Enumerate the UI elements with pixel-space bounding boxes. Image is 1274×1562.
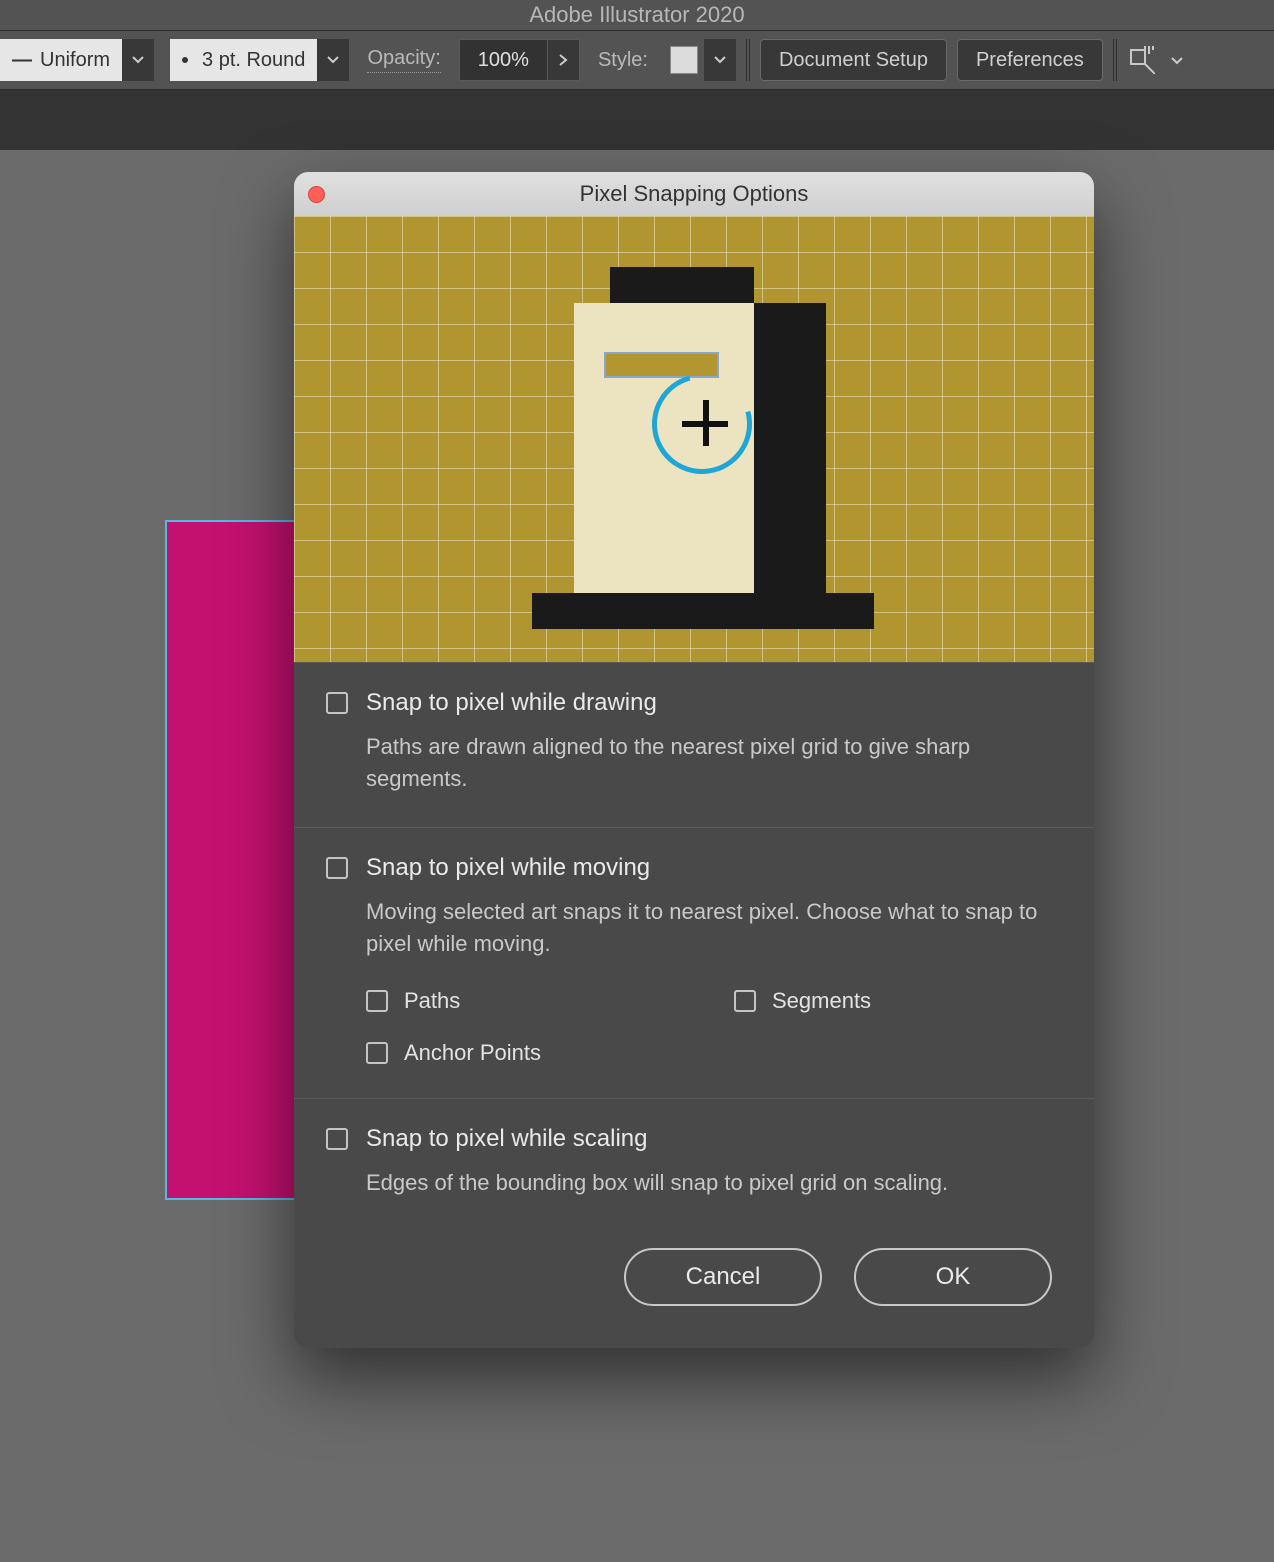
chevron-down-icon[interactable]	[1171, 52, 1183, 68]
snap-paths-checkbox[interactable]	[366, 990, 388, 1012]
chevron-down-icon[interactable]	[317, 39, 349, 81]
snap-scaling-title: Snap to pixel while scaling	[366, 1125, 1062, 1153]
dialog-titlebar[interactable]: Pixel Snapping Options	[294, 172, 1094, 216]
close-icon[interactable]	[308, 186, 325, 203]
snap-segments-option[interactable]: Segments	[734, 988, 1062, 1014]
style-swatch[interactable]	[670, 46, 698, 74]
brush-style-control[interactable]: 3 pt. Round	[170, 39, 349, 81]
snap-moving-desc: Moving selected art snaps it to nearest …	[366, 896, 1062, 960]
chevron-down-icon[interactable]	[704, 39, 736, 81]
stroke-profile-control[interactable]: — Uniform	[0, 39, 154, 81]
document-setup-button[interactable]: Document Setup	[760, 39, 947, 81]
cancel-button[interactable]: Cancel	[624, 1248, 822, 1306]
app-title: Adobe Illustrator 2020	[529, 2, 744, 28]
snap-moving-checkbox[interactable]	[326, 857, 348, 879]
divider	[746, 39, 750, 81]
chevron-down-icon[interactable]	[122, 39, 154, 81]
snap-scaling-desc: Edges of the bounding box will snap to p…	[366, 1167, 1062, 1199]
stroke-profile-label: — Uniform	[0, 39, 122, 81]
app-title-bar: Adobe Illustrator 2020	[0, 0, 1274, 30]
ok-button[interactable]: OK	[854, 1248, 1052, 1306]
chevron-right-icon[interactable]	[548, 39, 580, 81]
dialog-title: Pixel Snapping Options	[294, 181, 1094, 207]
opacity-label[interactable]: Opacity:	[367, 47, 440, 73]
snap-segments-checkbox[interactable]	[734, 990, 756, 1012]
transform-icon[interactable]	[1127, 43, 1161, 77]
snap-drawing-desc: Paths are drawn aligned to the nearest p…	[366, 731, 1062, 795]
divider	[1113, 39, 1117, 81]
snap-moving-title: Snap to pixel while moving	[366, 854, 1062, 882]
dialog-illustration	[294, 216, 1094, 662]
options-bar: — Uniform 3 pt. Round Opacity: 100% Styl…	[0, 30, 1274, 90]
opacity-value[interactable]: 100%	[459, 39, 548, 81]
graphic-style-control[interactable]	[666, 39, 736, 81]
snap-paths-option[interactable]: Paths	[366, 988, 694, 1014]
snap-anchors-option[interactable]: Anchor Points	[366, 1040, 694, 1066]
pixel-snapping-dialog: Pixel Snapping Options Snap to pixel whi…	[294, 172, 1094, 1348]
style-label: Style:	[598, 49, 648, 72]
document-tab-strip	[0, 90, 1274, 150]
snap-drawing-checkbox[interactable]	[326, 692, 348, 714]
brush-style-label: 3 pt. Round	[170, 39, 317, 81]
snap-scaling-checkbox[interactable]	[326, 1128, 348, 1150]
snap-anchors-checkbox[interactable]	[366, 1042, 388, 1064]
snap-drawing-title: Snap to pixel while drawing	[366, 689, 1062, 717]
preferences-button[interactable]: Preferences	[957, 39, 1103, 81]
opacity-control[interactable]: 100%	[459, 39, 580, 81]
